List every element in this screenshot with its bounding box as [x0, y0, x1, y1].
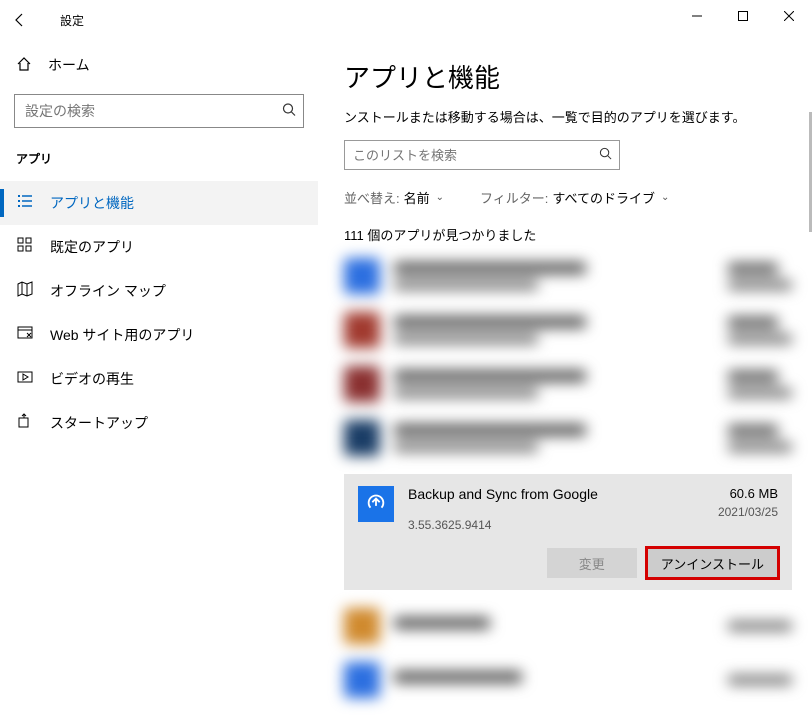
selected-app-version: 3.55.3625.9414: [408, 518, 704, 532]
settings-search-wrap: [14, 94, 304, 128]
sidebar-item-video-playback[interactable]: ビデオの再生: [0, 357, 318, 401]
sidebar-item-default-apps[interactable]: 既定のアプリ: [0, 225, 318, 269]
sidebar-item-apps-for-websites[interactable]: Web サイト用のアプリ: [0, 313, 318, 357]
sidebar-item-label: スタートアップ: [50, 413, 148, 433]
list-icon: [16, 193, 34, 213]
modify-button: 変更: [547, 548, 637, 578]
list-item: [344, 420, 792, 456]
sidebar-item-startup[interactable]: スタートアップ: [0, 401, 318, 445]
app-list-search-wrap: [344, 140, 620, 170]
app-icon: [358, 486, 394, 522]
sidebar-item-label: アプリと機能: [50, 193, 134, 213]
filter-label: フィルター:: [480, 188, 548, 207]
chevron-down-icon: ⌄: [436, 192, 444, 203]
content-area: アプリと機能 ンストールまたは移動する場合は、一覧で目的のアプリを選びます。 並…: [318, 40, 812, 728]
filter-dropdown[interactable]: フィルター: すべてのドライブ ⌄: [480, 188, 669, 207]
list-item: [344, 608, 792, 644]
search-icon: [282, 103, 296, 120]
sidebar-item-label: Web サイト用のアプリ: [50, 325, 194, 345]
uninstall-button[interactable]: アンインストール: [647, 548, 778, 578]
page-title: アプリと機能: [344, 58, 792, 95]
filters-row: 並べ替え: 名前 ⌄ フィルター: すべてのドライブ ⌄: [344, 188, 792, 207]
app-count-text: 111 個のアプリが見つかりました: [344, 225, 792, 244]
sidebar: ホーム アプリ アプリと機能 既定のアプリ オフライン マップ: [0, 40, 318, 728]
sort-value: 名前: [404, 188, 430, 207]
selected-app-panel[interactable]: Backup and Sync from Google 3.55.3625.94…: [344, 474, 792, 590]
sort-label: 並べ替え:: [344, 188, 400, 207]
filter-value: すべてのドライブ: [552, 188, 655, 207]
blurred-app-list-top: [344, 258, 792, 456]
website-icon: [16, 325, 34, 345]
minimize-button[interactable]: [674, 0, 720, 32]
sidebar-item-label: 既定のアプリ: [50, 237, 134, 257]
selected-app-name: Backup and Sync from Google: [408, 486, 704, 502]
home-link[interactable]: ホーム: [0, 44, 318, 86]
list-item: [344, 258, 792, 294]
sidebar-category-label: アプリ: [0, 144, 318, 181]
home-icon: [16, 56, 34, 75]
app-list-search-input[interactable]: [344, 140, 620, 170]
selected-app-date: 2021/03/25: [718, 505, 778, 519]
chevron-down-icon: ⌄: [661, 192, 669, 203]
list-item: [344, 366, 792, 402]
list-item: [344, 312, 792, 348]
close-button[interactable]: [766, 0, 812, 32]
map-icon: [16, 281, 34, 301]
startup-icon: [16, 413, 34, 433]
sort-dropdown[interactable]: 並べ替え: 名前 ⌄: [344, 188, 444, 207]
maximize-button[interactable]: [720, 0, 766, 32]
grid-icon: [16, 237, 34, 257]
sidebar-item-apps-features[interactable]: アプリと機能: [0, 181, 318, 225]
back-button[interactable]: [0, 0, 40, 40]
sidebar-item-offline-maps[interactable]: オフライン マップ: [0, 269, 318, 313]
sidebar-item-label: ビデオの再生: [50, 369, 134, 389]
search-icon: [599, 147, 612, 163]
blurred-app-list-bottom: [344, 608, 792, 698]
window-controls: [674, 0, 812, 32]
home-label: ホーム: [48, 55, 90, 75]
page-subtitle: ンストールまたは移動する場合は、一覧で目的のアプリを選びます。: [344, 107, 792, 126]
video-icon: [16, 369, 34, 389]
titlebar: 設定: [0, 0, 812, 40]
settings-search-input[interactable]: [14, 94, 304, 128]
selected-app-size: 60.6 MB: [718, 486, 778, 501]
sidebar-item-label: オフライン マップ: [50, 281, 166, 301]
titlebar-title: 設定: [60, 12, 84, 29]
list-item: [344, 662, 792, 698]
